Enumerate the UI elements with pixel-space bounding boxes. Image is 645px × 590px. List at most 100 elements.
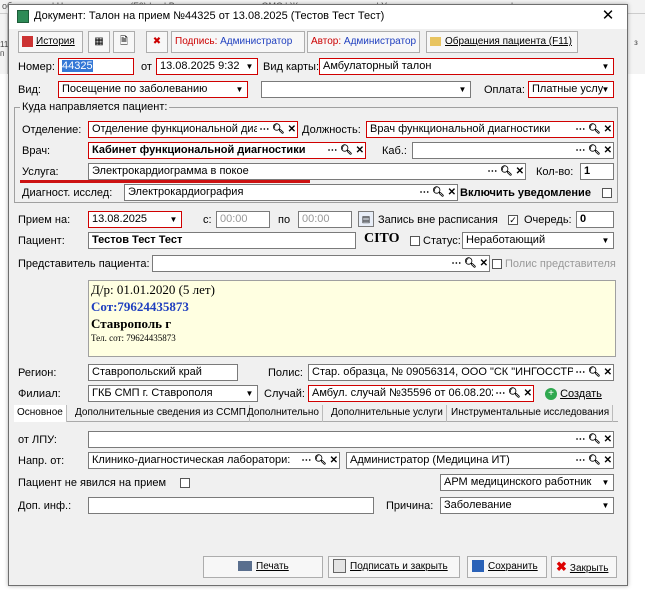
chevron-down-icon[interactable]: ▼ xyxy=(242,386,257,401)
policy-value: Стар. образца, № 09056314, ООО "СК "ИНГО… xyxy=(312,366,575,378)
chevron-down-icon[interactable]: ▼ xyxy=(598,498,613,513)
to-time-field[interactable]: 00:00 xyxy=(298,211,352,228)
referred-person-value: Администратор (Медицина ИТ) xyxy=(350,454,510,466)
from-datetime-field[interactable]: 13.08.2025 9:32 ▼ xyxy=(156,58,258,75)
region-field[interactable]: Ставропольский край xyxy=(88,364,238,381)
status-checkbox[interactable] xyxy=(410,236,420,246)
save-button[interactable]: Сохранить xyxy=(467,556,547,578)
lpu-field[interactable]: ⋯ 🔍︎ ✕ xyxy=(88,431,614,448)
position-field[interactable]: Врач функциональной диагностики ⋯ 🔍︎ ✕ xyxy=(366,121,614,138)
grid-icon[interactable]: ▦ xyxy=(88,31,110,53)
chevron-down-icon[interactable]: ▼ xyxy=(598,59,613,74)
document-app-icon xyxy=(17,10,29,23)
referred-field[interactable]: Клинико-диагностическая лаборатори: ⋯ 🔍︎… xyxy=(88,452,340,469)
lookup-icons[interactable]: ⋯ 🔍︎ ✕ xyxy=(449,256,488,271)
chevron-down-icon[interactable]: ▼ xyxy=(166,212,181,227)
case-field[interactable]: Амбул. случай №35596 от 06.08.202 ⋯ 🔍︎ ✕ xyxy=(308,385,534,402)
referred-label: Напр. от: xyxy=(18,455,65,467)
lookup-icons[interactable]: ⋯ 🔍︎ ✕ xyxy=(573,432,612,447)
tab-strip: Основное Дополнительные сведения из ССМП… xyxy=(14,405,618,422)
status-select[interactable]: Неработающий ▼ xyxy=(462,232,614,249)
background-right-panel: з xyxy=(627,14,645,74)
reception-date-field[interactable]: 13.08.2025 ▼ xyxy=(88,211,182,228)
sign-close-button[interactable]: Подписать и закрыть xyxy=(328,556,460,578)
service-field[interactable]: Электрокардиограмма в покое ⋯ 🔍︎ ✕ xyxy=(88,163,526,180)
tab-additional[interactable]: Дополнительно xyxy=(244,405,323,422)
extra-info-field[interactable] xyxy=(88,497,374,514)
tab-ssmp[interactable]: Дополнительные сведения из ССМП xyxy=(72,405,250,422)
from-datetime-value: 13.08.2025 9:32 xyxy=(160,60,240,72)
folder-icon xyxy=(430,36,441,46)
referred-person-field[interactable]: Администратор (Медицина ИТ) ⋯ 🔍︎ ✕ xyxy=(346,452,614,469)
notify-checkbox[interactable] xyxy=(602,188,612,198)
tab-instrumental[interactable]: Инструментальные исследования xyxy=(448,405,614,422)
type-secondary-select[interactable]: ▼ xyxy=(261,81,471,98)
history-icon xyxy=(22,35,33,47)
tab-extra-services[interactable]: Дополнительные услуги xyxy=(328,405,447,422)
chevron-down-icon[interactable]: ▼ xyxy=(598,475,613,490)
chevron-down-icon[interactable]: ▼ xyxy=(232,82,247,97)
background-left-panel: 11. п xyxy=(0,14,11,74)
type-value: Посещение по заболеванию xyxy=(62,83,208,95)
patient-requests-label: Обращения пациента (F11) xyxy=(445,36,572,47)
status-label: Статус: xyxy=(423,235,461,247)
sign-document-icon[interactable]: 🗎 xyxy=(113,31,135,53)
policy-field[interactable]: Стар. образца, № 09056314, ООО "СК "ИНГО… xyxy=(308,364,614,381)
lookup-icons[interactable]: ⋯ 🔍︎ ✕ xyxy=(573,453,612,468)
card-type-select[interactable]: Амбулаторный талон ▼ xyxy=(319,58,614,75)
branch-select[interactable]: ГКБ СМП г. Ставрополя ▼ xyxy=(88,385,258,402)
cabinet-field[interactable]: ⋯ 🔍︎ ✕ xyxy=(412,142,614,159)
workplace-select[interactable]: АРМ медицинского работник ▼ xyxy=(440,474,614,491)
reason-select[interactable]: Заболевание ▼ xyxy=(440,497,614,514)
diag-field[interactable]: Электрокардиография ⋯ 🔍︎ ✕ xyxy=(124,184,458,201)
chevron-down-icon[interactable]: ▼ xyxy=(598,233,613,248)
chevron-down-icon[interactable]: ▼ xyxy=(598,82,613,97)
lookup-icons[interactable]: ⋯ 🔍︎ ✕ xyxy=(573,143,612,158)
out-of-schedule-checkbox[interactable]: ✓ xyxy=(508,215,518,225)
lookup-icons[interactable]: ⋯ 🔍︎ ✕ xyxy=(299,453,338,468)
tab-main[interactable]: Основное xyxy=(14,405,67,422)
type-select[interactable]: Посещение по заболеванию ▼ xyxy=(58,81,248,98)
chevron-down-icon[interactable]: ▼ xyxy=(242,59,257,74)
patient-requests-button[interactable]: Обращения пациента (F11) xyxy=(426,31,578,53)
close-button[interactable]: ✖ Закрыть xyxy=(551,556,617,578)
chevron-down-icon[interactable]: ▼ xyxy=(455,82,470,97)
lookup-icons[interactable]: ⋯ 🔍︎ ✕ xyxy=(325,143,364,158)
out-of-schedule-label: Запись вне расписания xyxy=(378,214,498,226)
to-time-value: 00:00 xyxy=(302,213,330,225)
history-button[interactable]: История xyxy=(18,31,83,53)
representative-policy-checkbox[interactable] xyxy=(492,259,502,269)
position-label: Должность: xyxy=(302,124,361,136)
diag-value: Электрокардиография xyxy=(128,186,244,198)
lookup-icons[interactable]: ⋯ 🔍︎ ✕ xyxy=(573,122,612,137)
lookup-icons[interactable]: ⋯ 🔍︎ ✕ xyxy=(485,164,524,179)
patient-field[interactable]: Тестов Тест Тест xyxy=(88,232,356,249)
signature-value: Администратор xyxy=(220,36,293,47)
schedule-icon[interactable]: ▤ xyxy=(358,211,374,227)
extra-info-label: Доп. инф.: xyxy=(18,500,72,512)
lookup-icons[interactable]: ⋯ 🔍︎ ✕ xyxy=(493,386,532,401)
representative-field[interactable]: ⋯ 🔍︎ ✕ xyxy=(152,255,490,272)
from-time-field[interactable]: 00:00 xyxy=(216,211,270,228)
case-label: Случай: xyxy=(264,388,305,400)
lookup-icons[interactable]: ⋯ 🔍︎ ✕ xyxy=(257,122,296,137)
no-show-checkbox[interactable] xyxy=(180,478,190,488)
number-field[interactable]: 44325 xyxy=(58,58,134,75)
reception-date-value: 13.08.2025 xyxy=(92,213,148,225)
create-button[interactable]: + Создать xyxy=(545,386,602,402)
from-time-label: с: xyxy=(203,214,212,226)
lookup-icons[interactable]: ⋯ 🔍︎ ✕ xyxy=(573,365,612,380)
representative-policy-label: Полис представителя xyxy=(505,258,616,270)
number-label: Номер: xyxy=(18,61,55,73)
department-field[interactable]: Отделение функциональной диаг ⋯ 🔍︎ ✕ xyxy=(88,121,298,138)
cancel-sign-icon[interactable]: ✖ xyxy=(146,31,168,53)
lookup-icons[interactable]: ⋯ 🔍︎ ✕ xyxy=(417,185,456,200)
window-close-icon[interactable]: ✕ xyxy=(598,7,618,25)
doctor-field[interactable]: Кабинет функциональной диагностики ⋯ 🔍︎ … xyxy=(88,142,366,159)
qty-stepper[interactable]: 1 xyxy=(580,163,614,180)
from-label: от xyxy=(141,61,152,73)
payment-select[interactable]: Платные услу ▼ xyxy=(528,81,614,98)
print-button[interactable]: Печать xyxy=(203,556,323,578)
queue-value: 0 xyxy=(580,213,587,225)
queue-stepper[interactable]: 0 xyxy=(576,211,614,228)
